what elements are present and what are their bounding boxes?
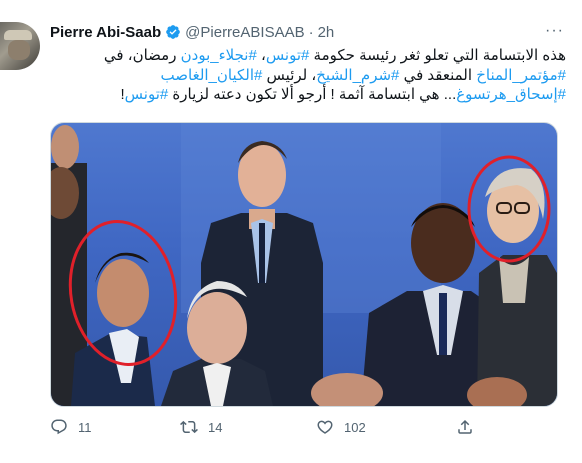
avatar-hat [4,30,32,40]
timestamp[interactable]: 2h [318,24,335,41]
author-handle[interactable]: @PierreABISAAB [185,24,304,41]
share-icon [458,419,472,434]
separator-dot: · [308,23,314,41]
avatar-face [8,40,30,60]
hashtag-link[interactable]: #نجلاء_بودن [181,47,257,64]
reply-count: 11 [78,419,92,435]
retweet-icon [180,420,198,434]
tweet-text-segment: ... هي ابتسامة آثمة ! أرجو ألا تكون دعته… [168,86,457,103]
tweet-text-line: هذه الابتسامة التي تعلو ثغر رئيسة حكومة … [50,46,566,66]
tweet-text: هذه الابتسامة التي تعلو ثغر رئيسة حكومة … [50,46,566,105]
like-icon [317,420,333,434]
hashtag-link[interactable]: #إسحاق_هرتسوغ [456,86,566,103]
tweet-text-segment: ، [256,47,266,64]
tweet-header: Pierre Abi-Saab @PierreABISAAB · 2h [50,22,334,42]
reply-button[interactable]: 11 [50,418,92,436]
tweet-card[interactable]: Pierre Abi-Saab @PierreABISAAB · 2h ··· … [0,0,582,463]
hashtag-link[interactable]: #تونس [266,47,310,64]
tweet-text-segment: المنعقد في [399,66,477,84]
hashtag-link[interactable]: #مؤتمر_المناخ [476,67,566,84]
author-name[interactable]: Pierre Abi-Saab [50,24,161,41]
tweet-actions: 11 14 102 [50,418,530,438]
verified-badge-icon [166,25,180,39]
tweet-photo[interactable] [50,122,558,407]
more-options-icon[interactable]: ··· [545,22,564,40]
like-count: 102 [344,419,366,435]
retweet-button[interactable]: 14 [180,418,222,436]
reply-icon [51,419,67,435]
hashtag-link[interactable]: #شرم_الشيخ [316,67,399,84]
tweet-text-line: #مؤتمر_المناخ المنعقد في #شرم_الشيخ، لرئ… [50,66,566,86]
tweet-text-segment: رمضان، في [103,47,181,64]
photo-illustration [51,123,557,406]
tweet-text-line: #إسحاق_هرتسوغ... هي ابتسامة آثمة ! أرجو … [50,85,567,105]
share-button[interactable] [456,418,474,436]
retweet-count: 14 [208,419,223,435]
tweet-text-segment: هذه الابتسامة التي تعلو ثغر رئيسة حكومة [309,47,566,64]
like-button[interactable]: 102 [316,418,366,436]
tweet-text-segment: ، لرئيس [262,66,317,84]
avatar[interactable] [0,22,40,70]
hashtag-link[interactable]: #تونس [125,86,169,103]
hashtag-link[interactable]: #الكيان_الغاصب [161,67,263,84]
